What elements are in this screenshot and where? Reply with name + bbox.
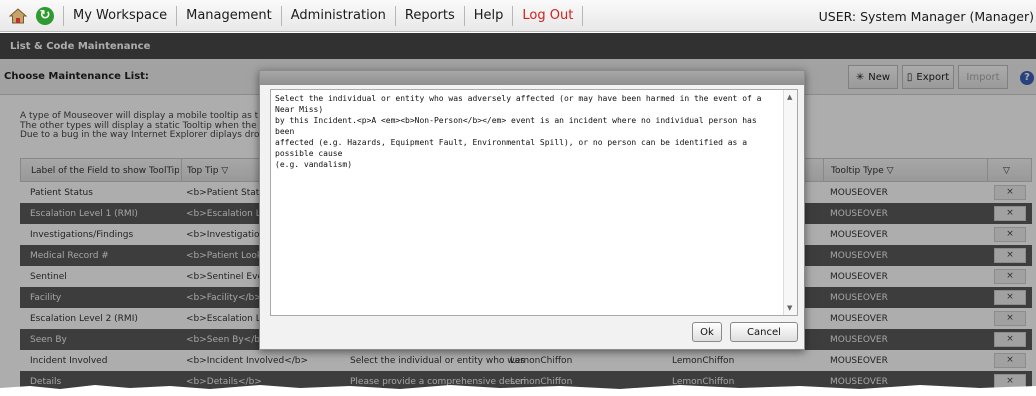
- scroll-down-icon[interactable]: ▼: [787, 304, 792, 312]
- menu-reports[interactable]: Reports: [405, 8, 455, 23]
- menu-separator: [394, 5, 396, 26]
- menu-separator: [463, 5, 465, 26]
- menu-help[interactable]: Help: [474, 8, 504, 23]
- menu-my-workspace[interactable]: My Workspace: [73, 8, 167, 23]
- menu-management[interactable]: Management: [186, 8, 272, 23]
- ok-button[interactable]: Ok: [692, 322, 722, 342]
- torn-edge: [0, 385, 1036, 396]
- current-user: USER: System Manager (Manager): [818, 9, 1034, 24]
- cancel-button[interactable]: Cancel: [730, 322, 798, 342]
- dialog-title-bar[interactable]: [260, 71, 804, 85]
- scroll-up-icon[interactable]: ▲: [787, 93, 792, 101]
- menu-separator: [280, 5, 282, 26]
- textarea-scrollbar[interactable]: ▲ ▼: [783, 90, 797, 315]
- menu-separator: [63, 5, 64, 26]
- menu-separator: [512, 5, 514, 26]
- menu-log-out[interactable]: Log Out: [522, 8, 573, 23]
- tooltip-text: Select the individual or entity who was …: [275, 94, 762, 169]
- home-icon[interactable]: [8, 6, 28, 26]
- menu-administration[interactable]: Administration: [291, 8, 386, 23]
- refresh-icon[interactable]: ↻: [36, 6, 54, 25]
- top-menu-bar: ↻ My Workspace Management Administration…: [0, 0, 1036, 32]
- tooltip-edit-dialog: Select the individual or entity who was …: [259, 70, 805, 350]
- menu-separator: [176, 5, 178, 26]
- menu-separator: [582, 5, 584, 26]
- tooltip-textarea[interactable]: Select the individual or entity who was …: [270, 89, 798, 316]
